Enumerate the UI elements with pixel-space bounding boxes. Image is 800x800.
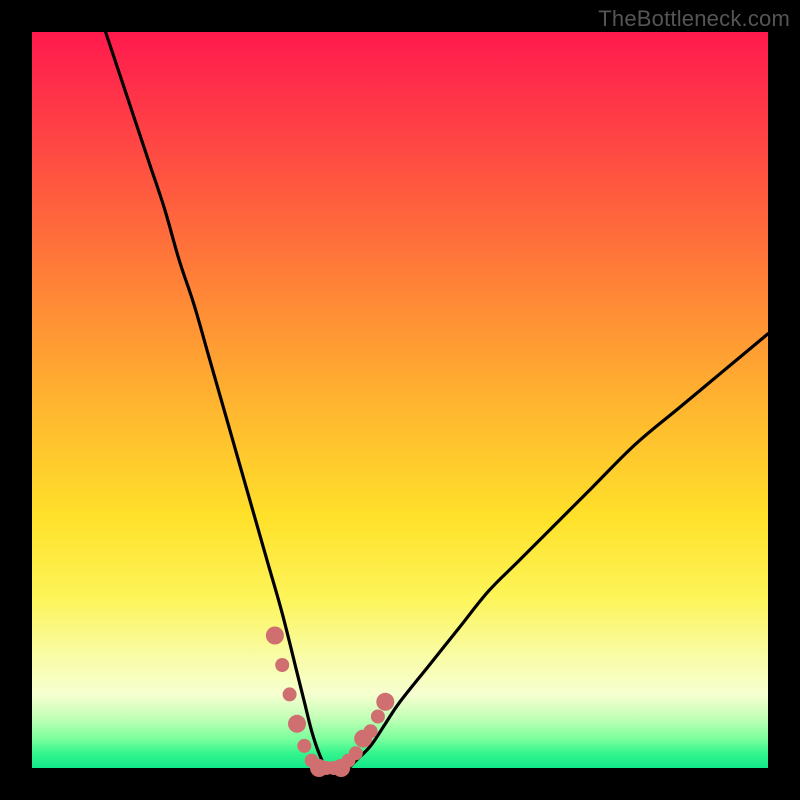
optimal-marker-group: [266, 627, 394, 778]
optimal-marker: [288, 715, 306, 733]
attribution-text: TheBottleneck.com: [598, 6, 790, 32]
curve-layer: [32, 32, 768, 768]
optimal-marker: [376, 693, 394, 711]
optimal-marker: [297, 739, 311, 753]
optimal-marker: [371, 710, 385, 724]
optimal-marker: [266, 627, 284, 645]
optimal-marker: [283, 687, 297, 701]
bottleneck-curve: [106, 32, 768, 769]
optimal-marker: [349, 746, 363, 760]
chart-frame: TheBottleneck.com: [0, 0, 800, 800]
plot-area: [32, 32, 768, 768]
optimal-marker: [275, 658, 289, 672]
optimal-marker: [364, 724, 378, 738]
